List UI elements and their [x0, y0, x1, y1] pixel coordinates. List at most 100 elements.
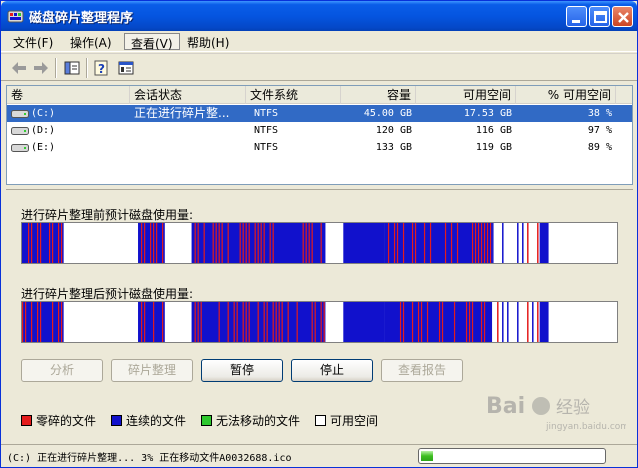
after-usage-label: 进行碎片整理后预计磁盘使用量: — [21, 287, 194, 301]
minimize-icon — [572, 20, 580, 23]
usage-block — [305, 223, 307, 263]
pause-button[interactable]: 暂停 — [201, 359, 283, 382]
column-file-system[interactable]: 文件系统 — [246, 86, 341, 104]
usage-block — [150, 223, 152, 263]
usage-block — [197, 302, 199, 342]
forward-icon[interactable] — [31, 58, 51, 78]
usage-block — [272, 302, 274, 342]
help-icon[interactable]: ? — [92, 58, 112, 78]
usage-block — [227, 223, 229, 263]
legend-swatch — [315, 415, 326, 426]
volume-list[interactable]: 卷 会话状态 文件系统 容量 可用空间 % 可用空间 (C:) 正在进行碎片整.… — [6, 85, 633, 185]
defrag-progress-bar — [418, 448, 606, 464]
usage-block — [438, 302, 441, 342]
usage-block — [58, 302, 60, 342]
session-status — [134, 122, 246, 139]
usage-block — [502, 223, 504, 263]
menu-action[interactable]: 操作(A) — [64, 33, 118, 50]
maximize-button[interactable] — [589, 6, 610, 27]
usage-block — [248, 223, 250, 263]
usage-block — [522, 223, 524, 263]
usage-block — [465, 302, 468, 342]
usage-block — [194, 302, 196, 342]
usage-block — [144, 302, 146, 342]
usage-block — [323, 302, 325, 342]
defragmenter-window: 磁盘碎片整理程序 文件(F) 操作(A) 查看(V) 帮助(H) ? 卷 会话状… — [0, 0, 638, 468]
menu-help[interactable]: 帮助(H) — [181, 33, 235, 50]
baidu-watermark-logo: Bai 经验 jingyan.baidu.com — [486, 394, 626, 432]
usage-block — [532, 302, 534, 342]
usage-block — [468, 302, 471, 342]
usage-block — [275, 302, 277, 342]
usage-block — [429, 223, 432, 263]
legend-label: 可用空间 — [330, 414, 379, 428]
after-usage-map — [22, 302, 549, 342]
usage-block — [426, 302, 429, 342]
usage-block — [343, 223, 385, 263]
legend-unmovable: 无法移动的文件 — [201, 412, 300, 428]
usage-block — [387, 223, 390, 263]
percent-free: 97 % — [587, 125, 612, 136]
usage-block — [49, 223, 51, 263]
usage-block — [162, 223, 164, 263]
usage-block — [527, 302, 529, 342]
usage-block — [141, 223, 143, 263]
close-button[interactable] — [612, 6, 633, 27]
volume-list-header: 卷 会话状态 文件系统 容量 可用空间 % 可用空间 — [7, 86, 632, 104]
usage-block — [537, 302, 539, 342]
properties-icon[interactable] — [116, 58, 136, 78]
usage-block — [281, 302, 283, 342]
column-percent-free[interactable]: % 可用空间 — [516, 86, 616, 104]
usage-block — [37, 302, 39, 342]
usage-block — [302, 223, 304, 263]
capacity: 120 GB — [375, 125, 412, 136]
back-icon[interactable] — [9, 58, 29, 78]
details-view-icon[interactable] — [62, 58, 82, 78]
window-title: 磁盘碎片整理程序 — [29, 11, 134, 26]
usage-block — [218, 302, 220, 342]
usage-block — [483, 302, 486, 342]
usage-block — [215, 223, 217, 263]
usage-block — [144, 223, 146, 263]
usage-block — [314, 302, 316, 342]
file-system: NTFS — [254, 125, 279, 136]
title-bar[interactable]: 磁盘碎片整理程序 — [1, 1, 637, 31]
menu-file[interactable]: 文件(F) — [7, 33, 59, 50]
stop-button[interactable]: 停止 — [291, 359, 373, 382]
defrag-app-icon — [7, 10, 24, 23]
free-space: 119 GB — [475, 142, 512, 153]
usage-block — [153, 223, 155, 263]
minimize-button[interactable] — [566, 6, 587, 27]
column-session-status[interactable]: 会话状态 — [130, 86, 246, 104]
analyze-button[interactable]: 分析 — [21, 359, 103, 382]
table-row[interactable]: (E:) NTFS 133 GB 119 GB 89 % — [7, 139, 632, 156]
column-free-space[interactable]: 可用空间 — [416, 86, 516, 104]
column-capacity[interactable]: 容量 — [341, 86, 416, 104]
maximize-icon — [594, 11, 607, 23]
usage-block — [257, 223, 259, 263]
usage-block — [489, 223, 492, 263]
column-volume[interactable]: 卷 — [7, 86, 130, 104]
usage-block — [539, 302, 549, 342]
defragment-button[interactable]: 碎片整理 — [111, 359, 193, 382]
usage-block — [399, 302, 402, 342]
status-bar: (C:) 正在进行碎片整理... 3% 正在移动文件A0032688.ico — [1, 444, 637, 467]
usage-block — [269, 223, 271, 263]
usage-block — [236, 302, 238, 342]
usage-block — [480, 223, 483, 263]
before-usage-label: 进行碎片整理前预计磁盘使用量: — [21, 208, 194, 222]
menu-view[interactable]: 查看(V) — [124, 33, 180, 51]
usage-block — [343, 302, 385, 342]
usage-block — [25, 302, 27, 342]
progress-fill — [421, 451, 433, 461]
usage-block — [502, 302, 504, 342]
usage-block — [37, 223, 39, 263]
usage-block — [40, 302, 42, 342]
usage-block — [242, 302, 244, 342]
usage-block — [61, 302, 63, 342]
volume-name: (E:) — [31, 142, 56, 153]
table-row[interactable]: (D:) NTFS 120 GB 116 GB 97 % — [7, 122, 632, 139]
usage-block — [411, 302, 414, 342]
table-row[interactable]: (C:) 正在进行碎片整... NTFS 45.00 GB 17.53 GB 3… — [7, 105, 632, 122]
view-report-button[interactable]: 查看报告 — [381, 359, 463, 382]
